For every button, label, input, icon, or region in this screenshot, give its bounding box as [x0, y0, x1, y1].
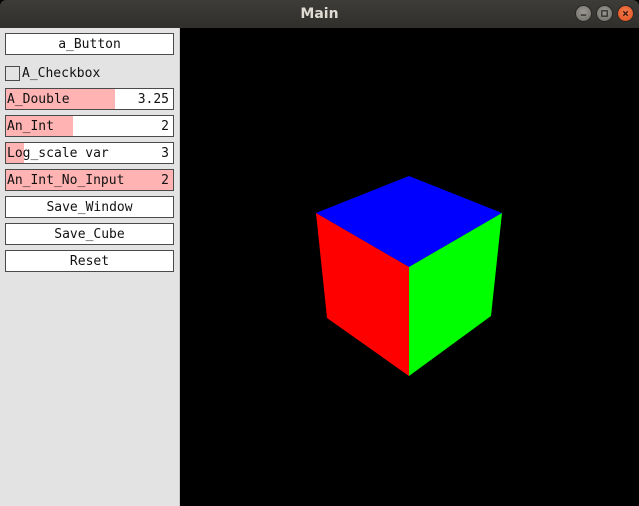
maximize-icon: [601, 10, 608, 17]
save-window-button[interactable]: Save_Window: [5, 196, 174, 218]
cube-render: [316, 176, 502, 376]
close-button[interactable]: [617, 5, 634, 22]
slider-label: Log_scale var: [7, 146, 109, 161]
close-icon: [622, 10, 629, 17]
slider-value: 3.25: [137, 92, 169, 107]
title-bar[interactable]: Main: [0, 0, 639, 28]
slider-value: 3: [161, 146, 169, 161]
slider-value: 2: [161, 119, 169, 134]
slider-label: An_Int_No_Input: [7, 173, 125, 188]
minimize-icon: [580, 14, 587, 16]
slider-value: 2: [161, 173, 169, 188]
window-controls: [575, 5, 634, 22]
maximize-button[interactable]: [596, 5, 613, 22]
window-title: Main: [300, 6, 339, 22]
slider-label: A_Double: [7, 92, 70, 107]
log-scale-var-slider[interactable]: Log_scale var 3: [5, 142, 174, 164]
a-double-slider[interactable]: A_Double 3.25: [5, 88, 174, 110]
a-checkbox-label: A_Checkbox: [22, 65, 101, 81]
3d-viewport[interactable]: [181, 28, 639, 506]
save-cube-button[interactable]: Save_Cube: [5, 223, 174, 245]
control-panel: a_Button A_Checkbox A_Double 3.25 An_Int…: [0, 28, 180, 506]
reset-button[interactable]: Reset: [5, 250, 174, 272]
an-int-slider[interactable]: An_Int 2: [5, 115, 174, 137]
a-checkbox[interactable]: [5, 65, 20, 81]
a-button[interactable]: a_Button: [5, 33, 174, 55]
minimize-button[interactable]: [575, 5, 592, 22]
an-int-no-input-slider[interactable]: An_Int_No_Input 2: [5, 169, 174, 191]
slider-label: An_Int: [7, 119, 54, 134]
a-checkbox-row[interactable]: A_Checkbox: [5, 64, 100, 82]
